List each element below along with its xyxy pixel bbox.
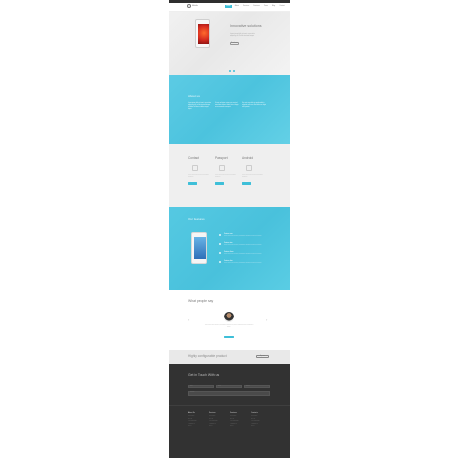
logo-icon[interactable] [187, 4, 191, 8]
footer-column: Services Lorem ipsum Dolor sit Amet cons… [209, 412, 227, 429]
feature-text: Lorem ipsum dolor sit amet, consectetur … [224, 236, 262, 238]
footer-link[interactable]: Sed do [209, 426, 227, 429]
landing-page: Mobile Home About Services Features Team… [169, 0, 290, 458]
nav-services[interactable]: Services [242, 5, 251, 8]
about-section: About us Lorem ipsum dolor sit amet, con… [169, 75, 290, 144]
feature-title: Feature two [224, 243, 233, 244]
testimonials-title: What people say [188, 299, 214, 303]
about-column: Ut enim ad minim veniam, quis nostrud ex… [215, 103, 239, 108]
hero-slider-dots [229, 70, 235, 73]
testimonial-pager[interactable] [224, 336, 234, 339]
features-title: Our features [188, 217, 205, 221]
service-title: Android [242, 156, 253, 160]
buy-now-button[interactable]: Buy now [256, 354, 269, 358]
feature-title: Feature four [224, 261, 233, 262]
service-text: Lorem ipsum dolor sit amet consectetur a… [215, 175, 236, 178]
footer-link[interactable]: Sed do [230, 426, 248, 429]
header: Mobile Home About Services Features Team… [169, 3, 290, 12]
service-more-button[interactable]: More [215, 182, 224, 185]
feature-icon [219, 252, 221, 254]
service-more-button[interactable]: More [242, 182, 251, 185]
nav-about[interactable]: About [233, 5, 240, 8]
about-column: Duis aute irure dolor in reprehenderit i… [242, 103, 267, 108]
feature-title: Feature one [224, 234, 233, 235]
footer: Get in Touch With us Name Email Subject … [169, 364, 290, 458]
nav-team[interactable]: Team [263, 5, 270, 8]
hero-read-more-button[interactable]: Read more [230, 42, 239, 45]
footer-column: About Us Lorem ipsum Dolor sit Amet cons… [188, 412, 206, 429]
hero-title: Innovative solutions [230, 24, 262, 28]
footer-column: Features Lorem ipsum Dolor sit Amet cons… [230, 412, 248, 429]
name-field[interactable]: Name [188, 385, 214, 388]
feature-icon [219, 261, 221, 263]
feature-text: Lorem ipsum dolor sit amet, consectetur … [224, 263, 262, 265]
contact-title: Get in Touch With us [188, 373, 220, 377]
main-nav: Home About Services Features Team Blog C… [225, 4, 286, 8]
features-phone-screen [193, 237, 206, 259]
footer-column: Contacts Lorem ipsum Dolor sit Amet cons… [251, 412, 269, 429]
features-list: Feature one Lorem ipsum dolor sit amet, … [219, 234, 269, 270]
nav-contact[interactable]: Contact [278, 5, 286, 8]
chevron-right-icon[interactable]: › [266, 317, 267, 322]
nav-home[interactable]: Home [225, 4, 232, 8]
footer-link[interactable]: Sed do [251, 426, 269, 429]
service-icon [246, 165, 252, 171]
service-card: Android Lorem ipsum dolor sit amet conse… [242, 156, 266, 185]
feature-item: Feature two Lorem ipsum dolor sit amet, … [219, 243, 269, 252]
message-field[interactable]: Message [188, 391, 270, 396]
chevron-left-icon[interactable]: ‹ [188, 317, 189, 322]
footer-column-title: Services [209, 412, 216, 414]
slider-dot[interactable] [232, 70, 235, 73]
feature-title: Feature three [224, 252, 234, 253]
service-card: Passport Lorem ipsum dolor sit amet cons… [215, 156, 239, 185]
service-text: Lorem ipsum dolor sit amet consectetur a… [188, 175, 209, 178]
logo-text[interactable]: Mobile [192, 5, 198, 7]
service-title: Passport [215, 156, 228, 160]
hero-phone-screen [197, 23, 209, 44]
feature-item: Feature three Lorem ipsum dolor sit amet… [219, 252, 269, 261]
service-title: Contact [188, 156, 199, 160]
features-phone-image [191, 232, 207, 264]
footer-column-title: Features [230, 412, 237, 414]
feature-icon [219, 234, 221, 236]
footer-column-title: About Us [188, 412, 195, 414]
service-more-button[interactable]: More [188, 182, 197, 185]
subject-field[interactable]: Subject [244, 385, 270, 388]
feature-text: Lorem ipsum dolor sit amet, consectetur … [224, 254, 262, 256]
testimonial-quote: Lorem ipsum dolor sit amet, consectetur … [204, 325, 254, 328]
hero-section: Innovative solutions Lorem ipsum dolor s… [169, 12, 290, 75]
testimonials-section: What people say ‹ › Lorem ipsum dolor si… [169, 290, 290, 350]
email-field[interactable]: Email [216, 385, 242, 388]
service-card: Contact Lorem ipsum dolor sit amet conse… [188, 156, 212, 185]
feature-text: Lorem ipsum dolor sit amet, consectetur … [224, 245, 262, 247]
service-icon [192, 165, 198, 171]
about-title: About us [188, 94, 200, 98]
footer-link[interactable]: Sed do [188, 426, 206, 429]
feature-icon [219, 243, 221, 245]
feature-item: Feature four Lorem ipsum dolor sit amet,… [219, 261, 269, 270]
footer-column-title: Contacts [251, 412, 258, 414]
hero-phone-image [195, 19, 210, 48]
nav-features[interactable]: Features [252, 5, 261, 8]
about-column: Lorem ipsum dolor sit amet, consectetur … [188, 103, 212, 110]
footer-divider [169, 405, 290, 406]
slider-dot[interactable] [229, 70, 232, 73]
features-section: Our features Feature one Lorem ipsum dol… [169, 207, 290, 290]
service-icon [219, 165, 225, 171]
services-section: Contact Lorem ipsum dolor sit amet conse… [169, 144, 290, 207]
banner-text: Highly configurable product [188, 354, 227, 358]
cta-banner: Highly configurable product Buy now [169, 350, 290, 364]
nav-blog[interactable]: Blog [271, 5, 277, 8]
feature-item: Feature one Lorem ipsum dolor sit amet, … [219, 234, 269, 243]
avatar [224, 312, 234, 322]
service-text: Lorem ipsum dolor sit amet consectetur a… [242, 175, 263, 178]
hero-description: Lorem ipsum dolor sit amet, consectetur … [230, 34, 255, 37]
